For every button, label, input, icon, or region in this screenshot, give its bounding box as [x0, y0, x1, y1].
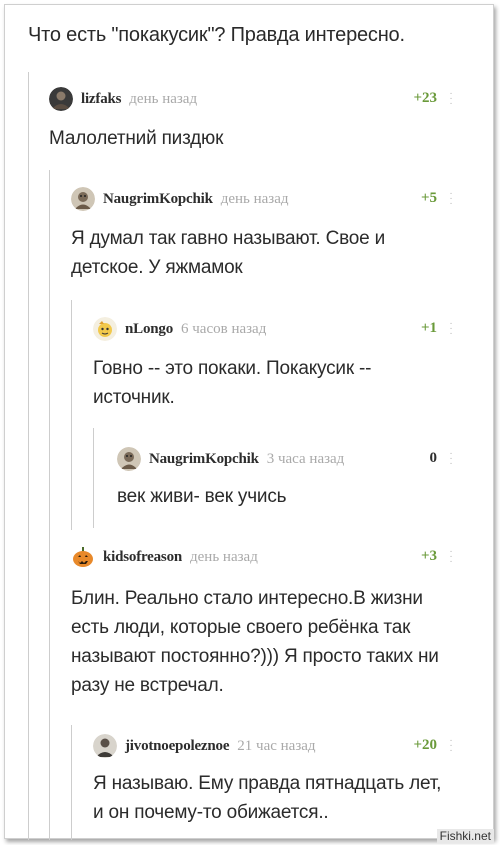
- comment: NaugrimKopchik день назад +5 · · · Я думал…: [71, 186, 459, 286]
- comment-username[interactable]: kidsofreason: [103, 549, 182, 566]
- comment-timestamp: 21 час назад: [237, 737, 316, 754]
- comment-rating: +23: [413, 90, 437, 106]
- comment-text: Говно -- это покаки. Покакусик -- источн…: [93, 358, 372, 408]
- comment-header: NaugrimKopchik 3 часа назад: [117, 446, 344, 472]
- thread-line: [93, 428, 94, 528]
- comment-timestamp: 6 часов назад: [181, 320, 267, 337]
- more-options-icon[interactable]: · · ·: [449, 319, 453, 339]
- comment-rating: 0: [429, 450, 438, 466]
- dark-person-avatar-icon[interactable]: [49, 87, 73, 111]
- comment-username[interactable]: jivotnoepoleznoe: [125, 738, 229, 755]
- comment: kidsofreason день назад +3 · · · Блин. Реа…: [71, 544, 459, 704]
- comment-rating: +5: [420, 190, 437, 206]
- comment-timestamp: день назад: [220, 190, 289, 207]
- comment-username[interactable]: lizfaks: [81, 91, 121, 108]
- comment: jivotnoepoleznoe 21 час назад +20 · · · Я …: [93, 733, 459, 833]
- thread-line: [71, 725, 72, 840]
- more-options-icon[interactable]: · · ·: [449, 89, 453, 109]
- comment-rating: +20: [413, 737, 437, 753]
- comment-text: Блин. Реально стало интересно.В жизни ес…: [71, 588, 439, 696]
- comment: nLongo 6 часов назад +1 · · · Говно -- это…: [93, 316, 459, 416]
- pumpkin-avatar-icon[interactable]: [71, 545, 95, 569]
- comment-header: lizfaks день назад: [49, 86, 197, 112]
- more-options-icon[interactable]: · · ·: [449, 189, 453, 209]
- more-options-icon[interactable]: · · ·: [449, 547, 453, 567]
- comment: NaugrimKopchik 3 часа назад 0 · · · век жи…: [117, 446, 459, 516]
- cartoon-avatar-icon[interactable]: [71, 187, 95, 211]
- person-avatar-icon[interactable]: [93, 734, 117, 758]
- comment-rating: +3: [420, 548, 437, 564]
- comment-timestamp: день назад: [129, 90, 198, 107]
- more-options-icon[interactable]: · · ·: [449, 449, 453, 469]
- comment: lizfaks день назад +23 · · · Малолетний пи…: [49, 86, 459, 156]
- comment-text: Я называю. Ему правда пятнадцать лет, и …: [93, 773, 442, 823]
- comment-header: jivotnoepoleznoe 21 час назад: [93, 733, 316, 759]
- watermark: Fishki.net: [436, 829, 494, 843]
- comment-text: Малолетний пиздюк: [49, 128, 224, 149]
- comment-timestamp: день назад: [190, 548, 258, 565]
- comment-username[interactable]: nLongo: [125, 321, 173, 338]
- comment-text: век живи- век учись: [117, 486, 287, 507]
- more-options-icon[interactable]: · · ·: [449, 736, 453, 756]
- comment-rating: +1: [420, 320, 437, 336]
- yellow-character-avatar-icon[interactable]: [93, 317, 117, 341]
- comment-header: nLongo 6 часов назад: [93, 316, 266, 342]
- comment-username[interactable]: NaugrimKopchik: [149, 451, 259, 468]
- comment-header: kidsofreason день назад: [71, 544, 258, 570]
- thread-line: [49, 170, 50, 840]
- post-title: Что есть "покакусик"? Правда интересно.: [28, 24, 405, 46]
- comment-header: NaugrimKopchik день назад: [71, 186, 289, 212]
- comment-username[interactable]: NaugrimKopchik: [103, 191, 213, 208]
- thread-line: [71, 300, 72, 530]
- comment-timestamp: 3 часа назад: [266, 450, 345, 467]
- thread-line: [28, 72, 29, 840]
- comment-text: Я думал так гавно называют. Свое и детск…: [71, 228, 386, 278]
- cartoon-avatar-icon[interactable]: [117, 447, 141, 471]
